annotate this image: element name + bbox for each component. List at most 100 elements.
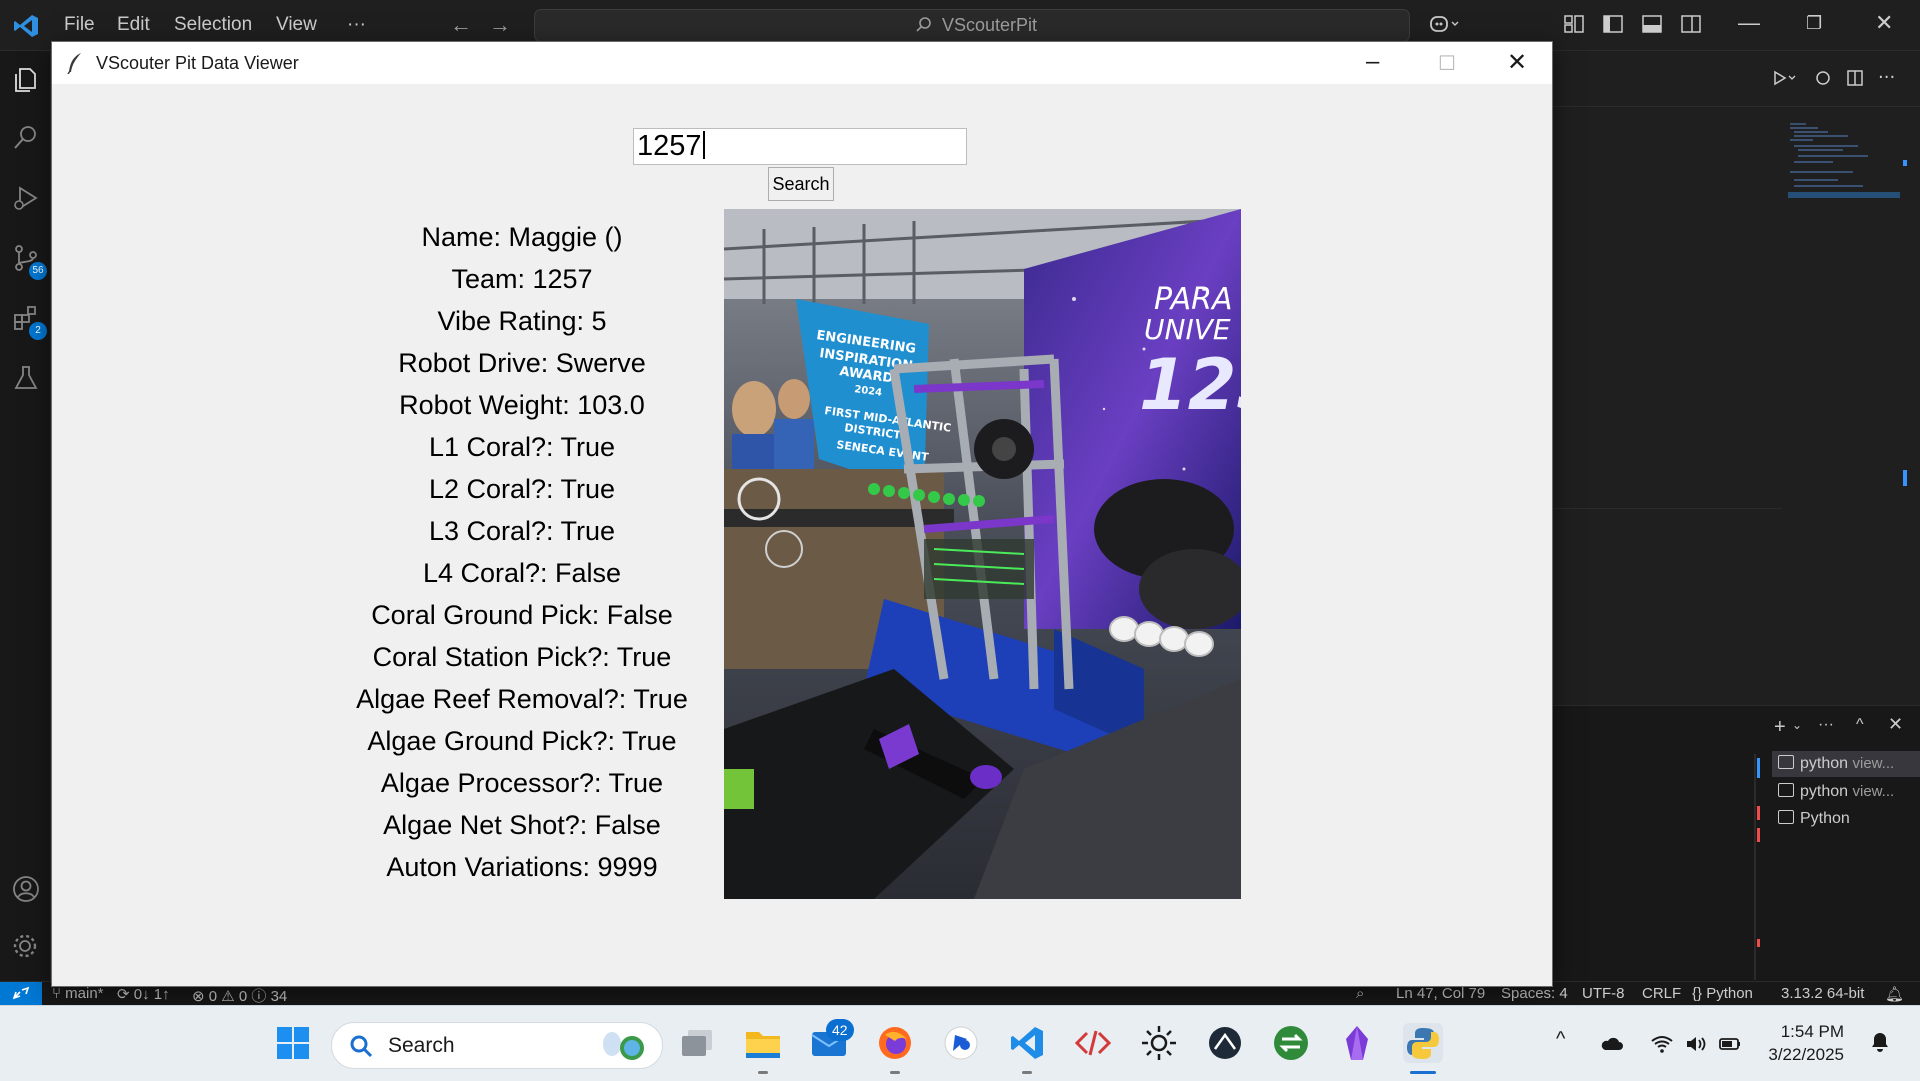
maximize-button[interactable]: ☐ [1438, 51, 1456, 76]
scrollbar-marker [1903, 470, 1907, 486]
terminal-tab-2[interactable]: python view... [1778, 779, 1894, 805]
sync-app-icon[interactable] [1271, 1023, 1311, 1063]
vscode-minimize-button[interactable]: — [1738, 10, 1760, 36]
copilot-icon[interactable] [1428, 13, 1460, 35]
terminal-name: Python [1800, 810, 1850, 827]
language-name: Python [1706, 985, 1753, 1002]
volume-icon[interactable] [1684, 1032, 1708, 1056]
vscode-restore-button[interactable]: ❐ [1806, 13, 1822, 34]
terminal-tab-3[interactable]: Python [1778, 806, 1850, 832]
manage-gear-icon[interactable] [11, 932, 41, 962]
info-line: Robot Weight: 103.0 [399, 390, 645, 420]
python-taskbar-icon[interactable] [1403, 1023, 1443, 1063]
firefox-icon[interactable] [875, 1023, 915, 1063]
toggle-primary-sidebar-icon[interactable] [1602, 13, 1624, 35]
toggle-secondary-sidebar-icon[interactable] [1680, 13, 1702, 35]
battery-icon[interactable] [1718, 1032, 1742, 1056]
menu-selection[interactable]: Selection [174, 14, 252, 36]
branch-name: main* [65, 985, 104, 1002]
signal-app-icon[interactable] [941, 1023, 981, 1063]
code-tool-icon[interactable] [1073, 1023, 1113, 1063]
maximize-panel-icon[interactable]: ^ [1856, 716, 1864, 734]
menu-more[interactable]: ··· [347, 14, 366, 36]
team-search-input[interactable]: 1257 [633, 128, 967, 165]
windows-start-icon[interactable] [273, 1023, 313, 1063]
panel-more-icon[interactable]: ··· [1818, 716, 1834, 734]
close-panel-icon[interactable]: ✕ [1888, 714, 1903, 735]
info-line: Robot Drive: Swerve [398, 348, 646, 378]
terminal-detail: view... [1852, 755, 1895, 772]
info-line: L1 Coral?: True [428, 432, 616, 462]
language-mode[interactable]: {} Python [1692, 985, 1753, 1002]
notifications-bell-icon[interactable]: 🔔︎ [1885, 985, 1904, 1003]
backdrop-number: 125 [1139, 344, 1241, 426]
line-ending[interactable]: CRLF [1642, 985, 1681, 1002]
info-line: Algae Reef Removal?: True [356, 684, 688, 714]
remote-indicator[interactable] [0, 982, 42, 1006]
inkscape-like-icon[interactable] [1205, 1023, 1245, 1063]
more-actions-icon: ··· [1878, 67, 1895, 88]
notification-bell-icon[interactable] [1868, 1030, 1892, 1054]
indentation[interactable]: Spaces: 4 [1501, 985, 1568, 1002]
run-dropdown-icon [1788, 75, 1796, 80]
terminal-detail: view... [1852, 783, 1895, 800]
info-line: Algae Processor?: True [380, 768, 664, 798]
minimap[interactable] [1788, 122, 1900, 222]
info-count: 34 [270, 988, 288, 1005]
divider [1552, 508, 1782, 509]
onedrive-cloud-icon[interactable] [1600, 1032, 1624, 1056]
minimize-button[interactable]: – [1366, 48, 1379, 76]
extensions-badge: 2 [29, 322, 47, 340]
warning-count: 0 [238, 988, 248, 1005]
info-line: L2 Coral?: True [428, 474, 616, 504]
problems-status[interactable]: ⊗ 0 ⚠ 0 ⓘ 34 [192, 985, 287, 1006]
file-explorer-icon[interactable] [743, 1023, 783, 1063]
brightness-app-icon[interactable] [1139, 1023, 1179, 1063]
encoding[interactable]: UTF-8 [1582, 985, 1625, 1002]
search-icon [350, 1035, 373, 1058]
command-center[interactable]: VScouterPit [534, 9, 1410, 42]
accounts-icon[interactable] [11, 874, 41, 904]
taskbar-search-box[interactable]: Search [331, 1022, 663, 1069]
terminal-panel: + ⌄ ··· ^ ✕ [1552, 705, 1920, 982]
sync-status[interactable]: ⟳ 0↓ 1↑ [117, 985, 170, 1003]
menu-file[interactable]: File [64, 14, 95, 36]
vscode-close-button[interactable]: ✕ [1875, 10, 1893, 36]
terminal-tab-1[interactable]: python view... [1772, 751, 1920, 777]
cursor-position[interactable]: Ln 47, Col 79 [1396, 985, 1485, 1002]
activity-bar: 56 2 [0, 51, 51, 981]
clock-date: 3/22/2025 [1768, 1045, 1844, 1064]
running-indicator [1022, 1071, 1032, 1074]
customize-layout-icon[interactable] [1563, 13, 1585, 35]
vscode-taskbar-icon[interactable] [1007, 1023, 1047, 1063]
terminal-dropdown-icon[interactable]: ⌄ [1792, 718, 1802, 732]
info-line: Team: 1257 [451, 264, 593, 294]
search-button[interactable]: Search [768, 167, 834, 201]
task-view-icon[interactable] [677, 1023, 717, 1063]
crystal-app-icon[interactable] [1337, 1023, 1377, 1063]
show-hidden-icons-chevron-icon[interactable]: ^ [1556, 1028, 1565, 1051]
run-debug-icon[interactable] [11, 183, 41, 213]
new-terminal-icon[interactable]: + [1774, 716, 1786, 739]
explorer-icon[interactable] [11, 65, 41, 95]
search-icon[interactable] [11, 123, 41, 153]
run-icon [1774, 70, 1787, 86]
window-content: 1257 Search Name: Maggie () Team: 1257 Vib… [52, 84, 1552, 986]
wifi-icon[interactable] [1650, 1032, 1674, 1056]
python-interpreter[interactable]: 3.13.2 64-bit [1781, 985, 1864, 1002]
search-highlight-icon [603, 1032, 644, 1060]
forward-arrow-icon[interactable]: → [489, 12, 511, 38]
zoom-icon[interactable]: ⌕ [1356, 985, 1364, 1002]
menu-view[interactable]: View [276, 14, 317, 36]
back-arrow-icon[interactable]: ← [450, 12, 472, 38]
toggle-panel-icon[interactable] [1641, 13, 1663, 35]
info-line: Vibe Rating: 5 [437, 306, 607, 336]
branch-status[interactable]: ⑂ main* [52, 985, 104, 1002]
close-button[interactable]: ✕ [1507, 48, 1527, 77]
gutter-marker [1757, 806, 1760, 820]
window-titlebar[interactable]: VScouter Pit Data Viewer – ☐ ✕ [52, 42, 1552, 84]
testing-flask-icon[interactable] [11, 363, 41, 393]
menu-edit[interactable]: Edit [117, 14, 150, 36]
remote-icon [12, 986, 30, 1000]
taskbar-clock[interactable]: 1:54 PM 3/22/2025 [1768, 1020, 1844, 1066]
